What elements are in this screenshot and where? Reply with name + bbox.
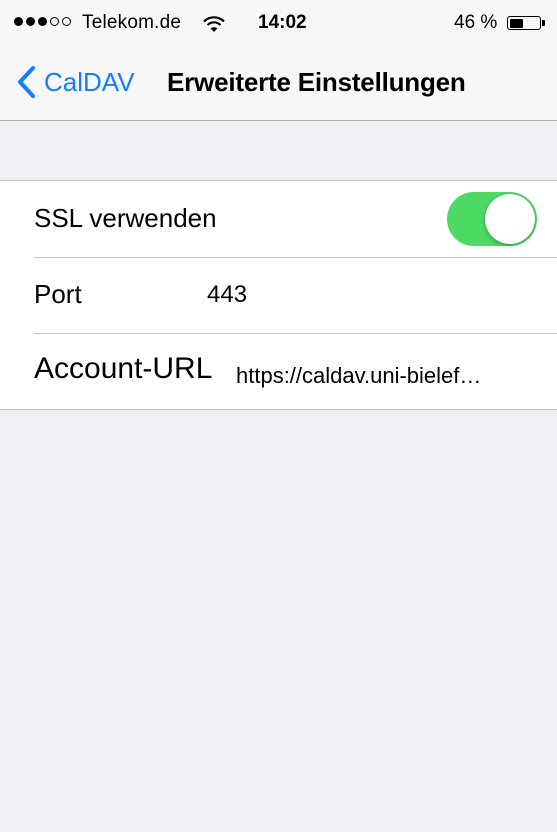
navigation-bar: CalDAV Erweiterte Einstellungen <box>0 40 557 120</box>
port-row[interactable]: Port 443 <box>0 257 557 333</box>
battery-level <box>509 18 523 28</box>
status-bar: Telekom.de 14:02 46 % <box>0 0 557 40</box>
battery-percentage: 46 % <box>454 12 498 33</box>
port-label: Port <box>34 279 82 309</box>
account-url-row[interactable]: Account-URL https://caldav.uni-bielef… <box>0 333 557 409</box>
account-url-input[interactable]: https://caldav.uni-bielef… <box>236 363 536 389</box>
back-button[interactable]: CalDAV <box>16 64 135 100</box>
carrier-name: Telekom.de <box>82 12 182 33</box>
wifi-icon <box>203 15 225 38</box>
battery-tip <box>542 20 545 26</box>
ssl-row: SSL verwenden <box>0 181 557 257</box>
port-input[interactable]: 443 <box>207 281 247 309</box>
header: Telekom.de 14:02 46 % CalDAV Erweiterte … <box>0 0 557 121</box>
account-url-label: Account-URL <box>34 352 213 385</box>
page-title: Erweiterte Einstellungen <box>167 67 466 97</box>
settings-list: SSL verwenden Port 443 Account-URL https… <box>0 180 557 410</box>
toggle-knob <box>485 194 535 244</box>
ssl-toggle[interactable] <box>447 192 537 246</box>
battery-icon <box>507 16 541 30</box>
chevron-left-icon <box>18 66 35 98</box>
clock: 14:02 <box>258 12 307 33</box>
ssl-label: SSL verwenden <box>34 203 217 233</box>
signal-strength-icon <box>14 17 71 29</box>
back-button-label: CalDAV <box>44 66 135 97</box>
